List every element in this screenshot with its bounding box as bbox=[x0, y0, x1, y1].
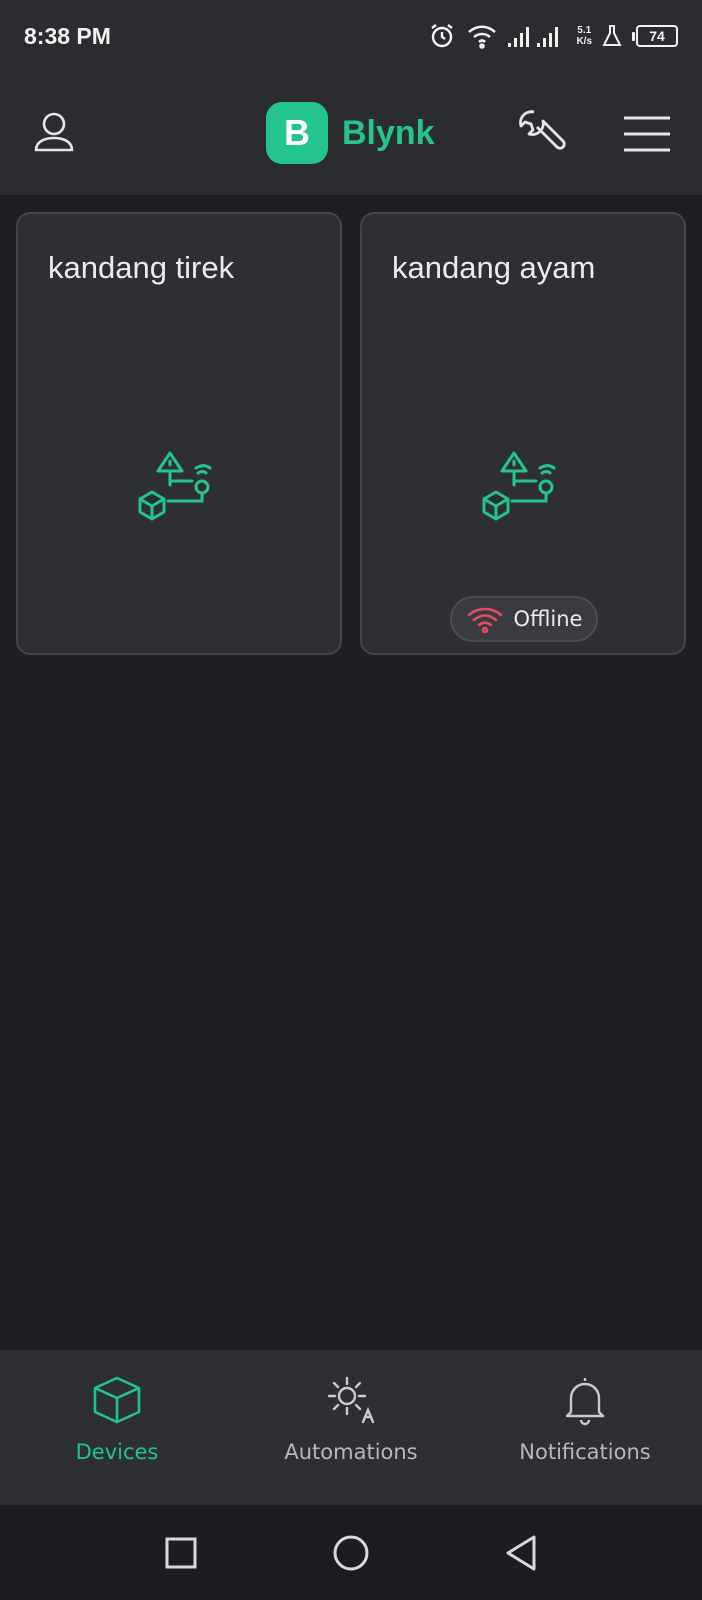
tab-notifications-label: Notifications bbox=[519, 1440, 651, 1464]
status-icons: 5.1 K/s 74 bbox=[428, 22, 678, 50]
home-button[interactable] bbox=[266, 1534, 436, 1572]
back-button[interactable] bbox=[436, 1534, 606, 1572]
triangle-back-icon bbox=[506, 1535, 536, 1570]
tab-automations-label: Automations bbox=[284, 1440, 418, 1464]
logo-badge: B bbox=[266, 102, 328, 164]
wifi-offline-icon bbox=[467, 607, 502, 633]
device-icon bbox=[482, 451, 556, 521]
bell-icon bbox=[565, 1378, 605, 1426]
battery-indicator: 74 bbox=[632, 25, 678, 47]
speed-value: 5.1 bbox=[577, 25, 592, 36]
battery-level: 74 bbox=[636, 25, 678, 47]
device-name: kandang ayam bbox=[392, 250, 596, 285]
blynk-logo: B Blynk bbox=[266, 102, 435, 164]
speed-unit: K/s bbox=[576, 36, 592, 47]
profile-icon[interactable] bbox=[32, 110, 76, 154]
network-speed: 5.1 K/s bbox=[576, 25, 592, 47]
device-icon bbox=[138, 451, 212, 521]
square-icon bbox=[165, 1537, 197, 1568]
menu-icon[interactable] bbox=[622, 114, 672, 154]
status-time: 8:38 PM bbox=[24, 22, 111, 49]
tab-automations[interactable]: Automations bbox=[234, 1350, 468, 1505]
status-bar: 8:38 PM 5.1 K/s 74 bbox=[0, 0, 702, 72]
app-header: B Blynk bbox=[0, 72, 702, 195]
tab-devices[interactable]: Devices bbox=[0, 1350, 234, 1505]
device-card[interactable]: kandang tirek bbox=[16, 212, 342, 655]
battery-tip bbox=[632, 31, 635, 41]
tab-notifications[interactable]: Notifications bbox=[468, 1350, 702, 1505]
sun-a-icon bbox=[327, 1376, 375, 1424]
system-navigation-bar bbox=[0, 1505, 702, 1600]
recents-button[interactable] bbox=[96, 1536, 266, 1570]
logo-text: Blynk bbox=[342, 113, 435, 152]
wrench-icon[interactable] bbox=[512, 106, 566, 160]
devices-grid: kandang tirek kandang ayam Offline bbox=[0, 195, 702, 1350]
cube-icon bbox=[93, 1376, 141, 1424]
signal-icon bbox=[508, 27, 559, 47]
offline-badge: Offline bbox=[450, 596, 598, 642]
alarm-icon bbox=[431, 24, 454, 48]
tab-devices-label: Devices bbox=[75, 1440, 159, 1464]
circle-icon bbox=[333, 1535, 369, 1570]
offline-label: Offline bbox=[513, 607, 583, 631]
device-card[interactable]: kandang ayam Offline bbox=[360, 212, 686, 655]
device-name: kandang tirek bbox=[48, 250, 235, 285]
flask-icon bbox=[602, 25, 622, 46]
bottom-tab-bar: Devices Automations Notifications bbox=[0, 1350, 702, 1505]
wifi-icon bbox=[468, 25, 497, 49]
